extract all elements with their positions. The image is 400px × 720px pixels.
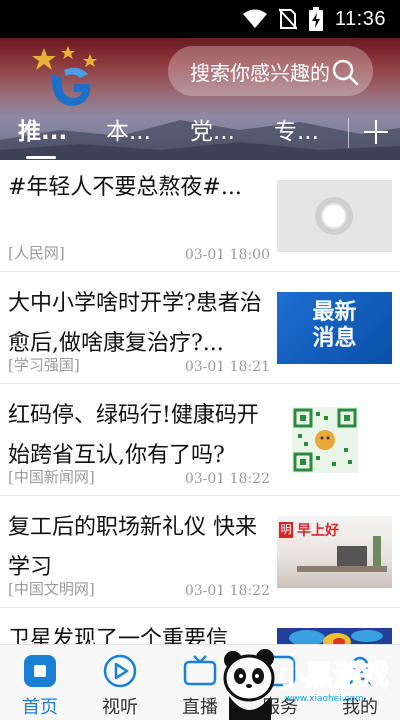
- watermark-logo: 小黑游戏 www.xiaohei.com: [215, 646, 400, 720]
- news-time: 03-01 18:21: [184, 359, 270, 375]
- header-banner: 搜索你感兴趣的 推... 本... 党... 专...: [0, 38, 400, 160]
- news-time: 03-01 18:22: [184, 583, 270, 599]
- tab-local[interactable]: 本...: [106, 112, 151, 152]
- news-source: [人民网]: [8, 244, 65, 262]
- heatmap-image-icon: [289, 630, 383, 644]
- news-title[interactable]: 复工后的职场新礼仪 快来学习: [8, 508, 264, 588]
- news-thumbnail[interactable]: 最新 消息: [277, 292, 392, 364]
- nav-label: 视听: [102, 697, 138, 718]
- news-item[interactable]: 复工后的职场新礼仪 快来学习 [中国文明网] 03-01 18:22 明 早上好: [0, 496, 400, 608]
- battery-charging-icon: [308, 7, 323, 31]
- tab-divider: [348, 118, 349, 148]
- news-item[interactable]: #年轻人不要总熬夜#... [人民网] 03-01 18:00: [0, 160, 400, 272]
- watermark-text: 小黑游戏: [276, 658, 390, 693]
- nav-media[interactable]: 视听: [80, 645, 160, 720]
- thumb-text: 消息: [312, 326, 357, 351]
- category-tabs: 推... 本... 党... 专...: [0, 112, 400, 160]
- news-time: 03-01 18:22: [184, 471, 270, 487]
- news-thumbnail[interactable]: [277, 628, 392, 644]
- news-item[interactable]: 卫星发现了一个重要信: [0, 608, 400, 644]
- office-desk-icon: [297, 536, 387, 572]
- tab-party[interactable]: 党...: [190, 112, 235, 152]
- news-thumbnail[interactable]: [292, 404, 358, 476]
- live-tv-icon: [183, 655, 217, 686]
- app-logo-icon: [32, 46, 97, 106]
- wifi-icon: [242, 9, 267, 28]
- news-source: [中国文明网]: [8, 580, 95, 598]
- news-title[interactable]: 卫星发现了一个重要信: [8, 620, 264, 644]
- no-sim-icon: [278, 8, 297, 30]
- news-source: [中国新闻网]: [8, 468, 95, 486]
- news-feed: #年轻人不要总熬夜#... [人民网] 03-01 18:00 大中小学啥时开学…: [0, 160, 400, 644]
- news-title[interactable]: #年轻人不要总熬夜#...: [8, 168, 264, 208]
- search-box[interactable]: 搜索你感兴趣的: [168, 46, 373, 96]
- nav-label: 首页: [22, 697, 58, 718]
- news-item[interactable]: 红码停、绿码行!健康码开始跨省互认,你有了吗? [中国新闻网] 03-01 18…: [0, 384, 400, 496]
- news-time: 03-01 18:00: [184, 247, 270, 263]
- news-thumbnail[interactable]: 明 早上好: [277, 516, 392, 588]
- search-input[interactable]: 搜索你感兴趣的: [190, 57, 330, 86]
- status-bar: 11:36: [0, 0, 400, 38]
- play-icon: [103, 654, 137, 688]
- status-time: 11:36: [334, 7, 386, 30]
- watermark-url: www.xiaohei.com: [285, 694, 364, 704]
- loading-spinner-icon: [315, 197, 353, 235]
- news-source: [学习强国]: [8, 356, 80, 374]
- home-icon: [24, 655, 56, 687]
- plus-icon[interactable]: [362, 118, 390, 146]
- nav-home[interactable]: 首页: [0, 645, 80, 720]
- news-title[interactable]: 大中小学啥时开学?患者治愈后,做啥康复治疗?...: [8, 284, 264, 364]
- news-thumbnail[interactable]: [277, 180, 392, 252]
- tab-recommend[interactable]: 推...: [18, 112, 67, 152]
- panda-icon: [223, 649, 275, 720]
- qr-code-icon: [292, 407, 358, 473]
- active-tab-indicator: [26, 156, 56, 159]
- tab-special[interactable]: 专...: [274, 112, 319, 152]
- news-item[interactable]: 大中小学啥时开学?患者治愈后,做啥康复治疗?... [学习强国] 03-01 1…: [0, 272, 400, 384]
- search-icon[interactable]: [331, 58, 359, 86]
- news-title[interactable]: 红码停、绿码行!健康码开始跨省互认,你有了吗?: [8, 396, 264, 476]
- thumb-text: 最新: [312, 300, 357, 325]
